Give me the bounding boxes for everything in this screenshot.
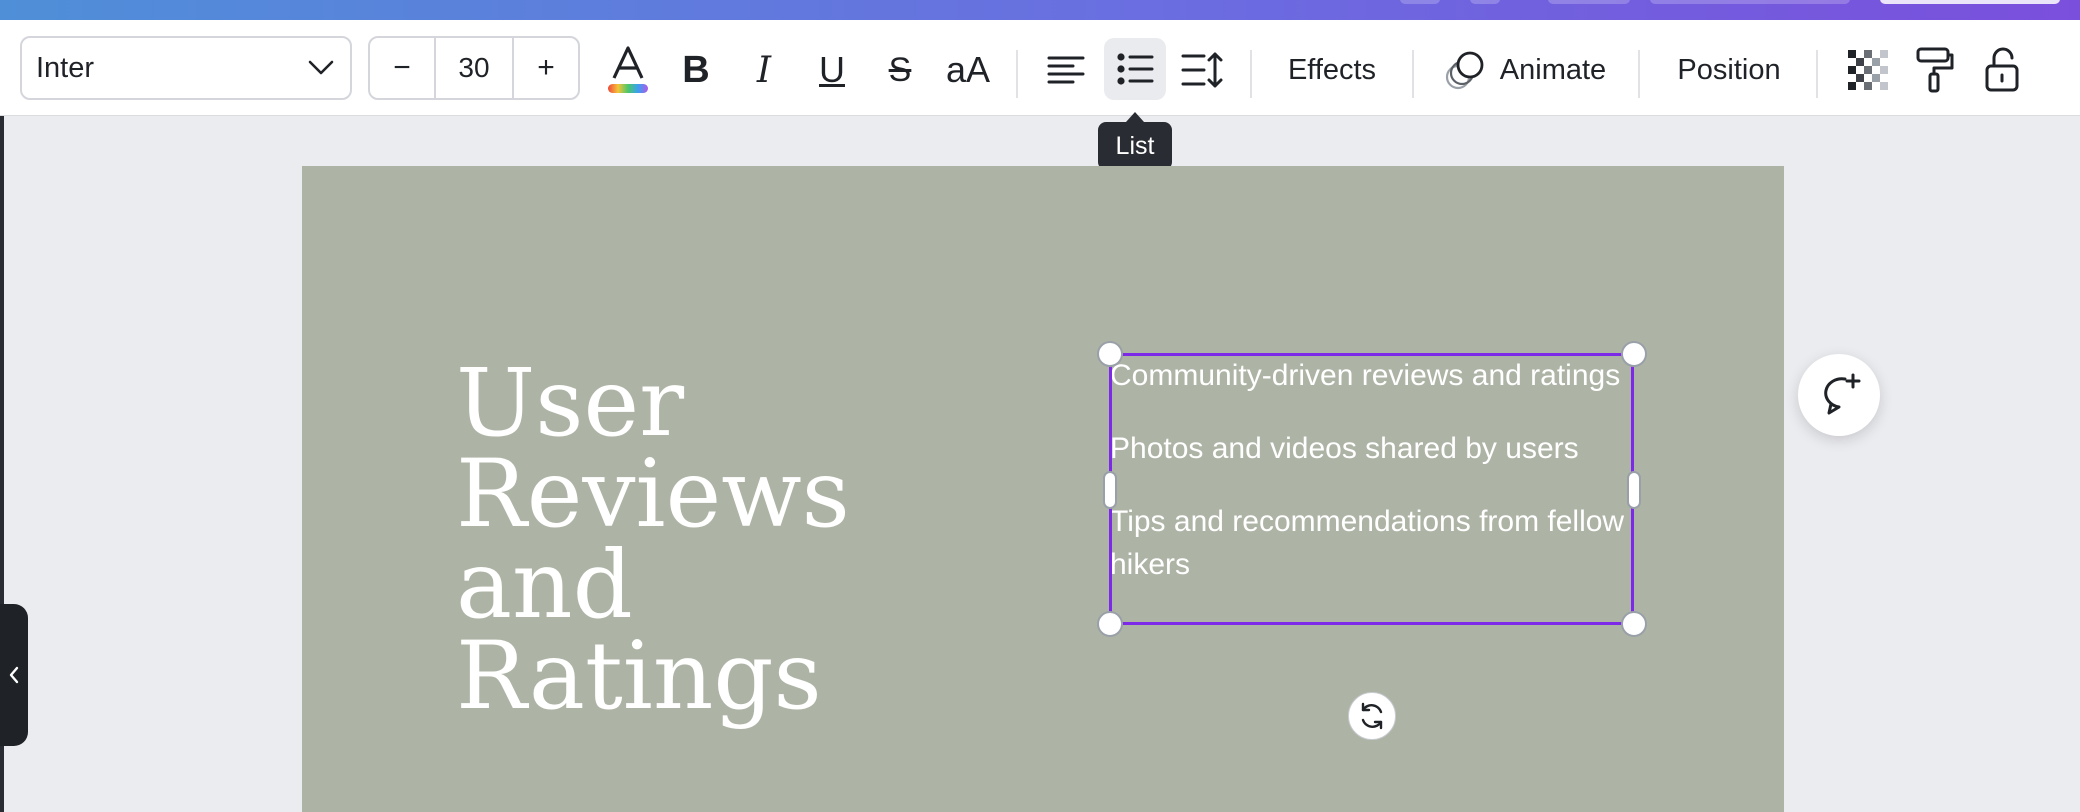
heading-line: User	[456, 349, 685, 458]
app-header-strip	[0, 0, 2080, 20]
alignment-button[interactable]	[1036, 44, 1096, 96]
heading-line: Ratings	[456, 622, 822, 731]
rotate-icon	[1361, 702, 1383, 730]
increase-font-size-button[interactable]: +	[514, 38, 578, 98]
underline-button[interactable]: U	[802, 44, 862, 96]
rotate-button[interactable]	[1348, 692, 1396, 740]
lock-button[interactable]	[1972, 44, 2032, 96]
font-size-input[interactable]: 30	[434, 38, 514, 98]
toolbar-divider	[1638, 50, 1640, 98]
header-avatar[interactable]	[1400, 0, 1440, 4]
text-case-button[interactable]: aA	[938, 44, 998, 96]
copy-style-button[interactable]	[1904, 44, 1964, 96]
position-button[interactable]: Position	[1664, 44, 1794, 96]
decrease-font-size-button[interactable]: −	[370, 38, 434, 98]
text-color-button[interactable]	[598, 44, 658, 96]
font-family-value: Inter	[36, 51, 95, 84]
resize-handle-left[interactable]	[1103, 471, 1117, 509]
resize-handle-bottom-right[interactable]	[1621, 611, 1647, 637]
text-toolbar: Inter − 30 + B I U S aA Effects Animate …	[0, 20, 2080, 116]
header-button[interactable]	[1548, 0, 1630, 4]
effects-button[interactable]: Effects	[1270, 44, 1394, 96]
header-button[interactable]	[1470, 0, 1500, 4]
chevron-left-icon	[9, 666, 19, 684]
heading-line: Reviews	[456, 440, 850, 549]
share-button[interactable]	[1880, 0, 2060, 4]
resize-handle-bottom-left[interactable]	[1097, 611, 1123, 637]
heading-line: and	[456, 531, 633, 640]
transparency-button[interactable]	[1838, 44, 1898, 96]
resize-handle-top-right[interactable]	[1621, 341, 1647, 367]
lock-icon	[1985, 47, 2019, 92]
toolbar-divider	[1250, 50, 1252, 98]
chevron-down-icon	[308, 60, 334, 75]
header-button[interactable]	[1650, 0, 1850, 4]
animate-icon	[1445, 51, 1484, 90]
toolbar-divider	[1412, 50, 1414, 98]
bold-button[interactable]: B	[666, 44, 726, 96]
selection-box	[1109, 353, 1634, 625]
add-comment-icon	[1824, 373, 1861, 415]
resize-handle-right[interactable]	[1627, 471, 1641, 509]
line-spacing-icon	[1181, 52, 1223, 88]
collapse-panel-tab[interactable]	[0, 604, 28, 746]
list-button[interactable]	[1104, 38, 1166, 100]
italic-button[interactable]: I	[734, 44, 794, 96]
align-left-icon	[1047, 56, 1085, 84]
paint-roller-icon	[1916, 47, 1954, 93]
toolbar-divider	[1016, 50, 1018, 98]
strikethrough-button[interactable]: S	[870, 44, 930, 96]
toolbar-divider	[1816, 50, 1818, 98]
bulleted-list-icon	[1117, 53, 1154, 85]
font-family-dropdown[interactable]: Inter	[20, 36, 352, 100]
list-tooltip: List	[1098, 112, 1172, 170]
add-comment-button[interactable]	[1798, 354, 1880, 436]
text-color-icon	[608, 46, 648, 93]
resize-handle-top-left[interactable]	[1097, 341, 1123, 367]
animate-button[interactable]: Animate	[1436, 44, 1614, 96]
spacing-button[interactable]	[1172, 44, 1232, 96]
font-size-stepper: − 30 +	[368, 36, 580, 100]
page-heading[interactable]: User Reviews and Ratings	[456, 349, 850, 731]
animate-label: Animate	[1499, 53, 1607, 86]
transparency-icon	[1848, 50, 1888, 90]
